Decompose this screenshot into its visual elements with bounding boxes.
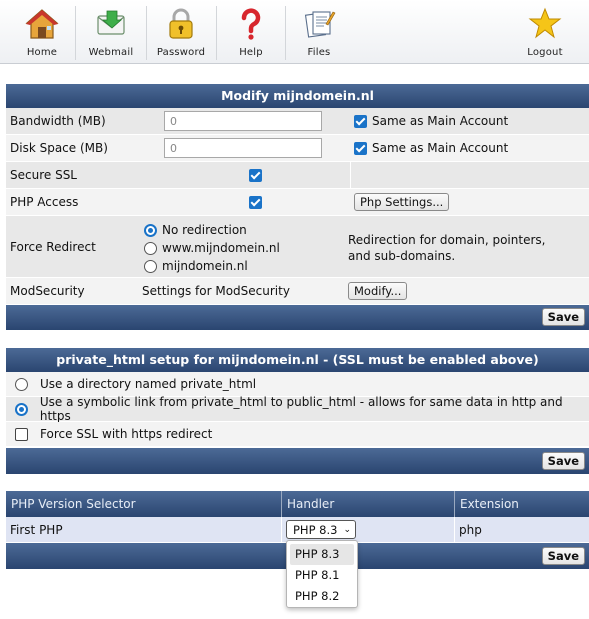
php-version-dropdown: PHP 8.3 PHP 8.1 PHP 8.2 bbox=[286, 540, 358, 608]
php-version-selected: PHP 8.3 bbox=[293, 522, 338, 537]
nav-logout-label: Logout bbox=[527, 47, 563, 58]
redirect-option-none[interactable]: No redirection bbox=[144, 221, 344, 239]
redirect-note-line2: and sub-domains. bbox=[348, 249, 456, 263]
modsecurity-row: ModSecurity Settings for ModSecurity Mod… bbox=[6, 278, 589, 305]
redirect-note: Redirection for domain, pointers, and su… bbox=[348, 232, 578, 264]
redirect-bare-radio[interactable] bbox=[144, 259, 157, 273]
question-mark-icon bbox=[241, 8, 261, 40]
php-access-checkbox[interactable] bbox=[248, 195, 262, 209]
nav-help-button[interactable]: Help bbox=[216, 0, 286, 64]
diskspace-label: Disk Space (MB) bbox=[10, 141, 108, 155]
diskspace-same-label: Same as Main Account bbox=[372, 141, 509, 155]
chevron-down-icon: ⌄ bbox=[343, 524, 352, 535]
php-selector-header: PHP Version Selector Handler Extension bbox=[6, 491, 589, 517]
modify-section-title: Modify mijndomein.nl bbox=[6, 84, 589, 108]
private-html-symlink-label: Use a symbolic link from private_html to… bbox=[39, 395, 563, 423]
secure-ssl-checkbox[interactable] bbox=[248, 168, 262, 182]
nav-files-button[interactable]: Files bbox=[284, 0, 354, 64]
php-row-extension: php bbox=[459, 522, 482, 537]
nav-files-label: Files bbox=[307, 47, 331, 58]
force-redirect-row: Force Redirect No redirection www.mijndo… bbox=[6, 216, 589, 278]
private-html-section-title: private_html setup for mijndomein.nl - (… bbox=[6, 348, 589, 372]
diskspace-same-checkbox[interactable] bbox=[354, 141, 367, 155]
bandwidth-same-checkbox[interactable] bbox=[354, 114, 367, 128]
redirect-www-radio[interactable] bbox=[144, 241, 157, 255]
php-access-row: PHP Access Php Settings... bbox=[6, 189, 589, 216]
redirect-none-label: No redirection bbox=[162, 223, 247, 237]
force-ssl-row[interactable]: Force SSL with https redirect bbox=[6, 422, 589, 447]
php-selector-header-name: PHP Version Selector bbox=[6, 491, 282, 517]
private-html-save-bar: Save bbox=[6, 448, 589, 474]
modsecurity-modify-button[interactable]: Modify... bbox=[348, 282, 408, 300]
php-selector-save-button[interactable]: Save bbox=[541, 547, 585, 565]
redirect-bare-label: mijndomein.nl bbox=[162, 259, 248, 273]
bandwidth-row: Bandwidth (MB) Same as Main Account bbox=[6, 108, 589, 135]
private-html-directory-radio[interactable] bbox=[15, 377, 28, 391]
modsecurity-label: ModSecurity bbox=[10, 284, 85, 298]
secure-ssl-label: Secure SSL bbox=[10, 168, 77, 182]
bandwidth-input[interactable] bbox=[164, 111, 322, 131]
php-settings-button[interactable]: Php Settings... bbox=[354, 193, 450, 211]
envelope-icon bbox=[97, 10, 125, 35]
private-html-symlink-radio[interactable] bbox=[15, 402, 28, 416]
modify-save-bar: Save bbox=[6, 305, 589, 330]
php-version-option[interactable]: PHP 8.3 bbox=[290, 544, 354, 565]
redirect-option-bare[interactable]: mijndomein.nl bbox=[144, 257, 344, 275]
modsecurity-text: Settings for ModSecurity bbox=[142, 284, 290, 298]
nav-webmail-label: Webmail bbox=[88, 47, 134, 58]
php-selector-header-handler: Handler bbox=[282, 491, 455, 517]
nav-help-label: Help bbox=[239, 47, 263, 58]
force-ssl-label: Force SSL with https redirect bbox=[40, 427, 213, 441]
private-html-directory-row[interactable]: Use a directory named private_html bbox=[6, 372, 589, 397]
nav-password-label: Password bbox=[156, 47, 206, 58]
diskspace-row: Disk Space (MB) Same as Main Account bbox=[6, 135, 589, 162]
star-icon bbox=[528, 7, 562, 39]
force-ssl-checkbox[interactable] bbox=[15, 427, 28, 441]
redirect-www-label: www.mijndomein.nl bbox=[162, 241, 280, 255]
secure-ssl-row: Secure SSL bbox=[6, 162, 589, 189]
diskspace-input[interactable] bbox=[164, 138, 322, 158]
house-icon bbox=[25, 9, 59, 39]
php-selector-header-extension: Extension bbox=[455, 491, 589, 517]
nav-home-label: Home bbox=[26, 47, 58, 58]
php-access-label: PHP Access bbox=[10, 195, 79, 209]
php-version-option[interactable]: PHP 8.1 bbox=[287, 565, 357, 586]
documents-icon bbox=[304, 11, 336, 38]
php-row-name: First PHP bbox=[6, 517, 282, 542]
nav-logout-button[interactable]: Logout bbox=[510, 0, 580, 64]
private-html-save-button[interactable]: Save bbox=[541, 452, 585, 470]
redirect-note-line1: Redirection for domain, pointers, bbox=[348, 233, 546, 247]
bandwidth-label: Bandwidth (MB) bbox=[10, 114, 106, 128]
redirect-none-radio[interactable] bbox=[144, 223, 157, 237]
top-navigation: Home Webmail Password Help Files Logout bbox=[0, 0, 589, 64]
nav-password-button[interactable]: Password bbox=[146, 0, 216, 64]
php-version-select[interactable]: PHP 8.3 ⌄ bbox=[286, 520, 357, 539]
nav-webmail-button[interactable]: Webmail bbox=[76, 0, 146, 64]
modify-save-button[interactable]: Save bbox=[541, 308, 585, 326]
private-html-symlink-row[interactable]: Use a symbolic link from private_html to… bbox=[6, 395, 589, 423]
private-html-directory-label: Use a directory named private_html bbox=[40, 377, 257, 391]
force-redirect-label: Force Redirect bbox=[10, 239, 96, 254]
redirect-option-www[interactable]: www.mijndomein.nl bbox=[144, 239, 344, 257]
padlock-icon bbox=[169, 8, 193, 39]
php-version-option[interactable]: PHP 8.2 bbox=[287, 586, 357, 607]
nav-home-button[interactable]: Home bbox=[7, 0, 77, 64]
bandwidth-same-label: Same as Main Account bbox=[372, 114, 509, 128]
